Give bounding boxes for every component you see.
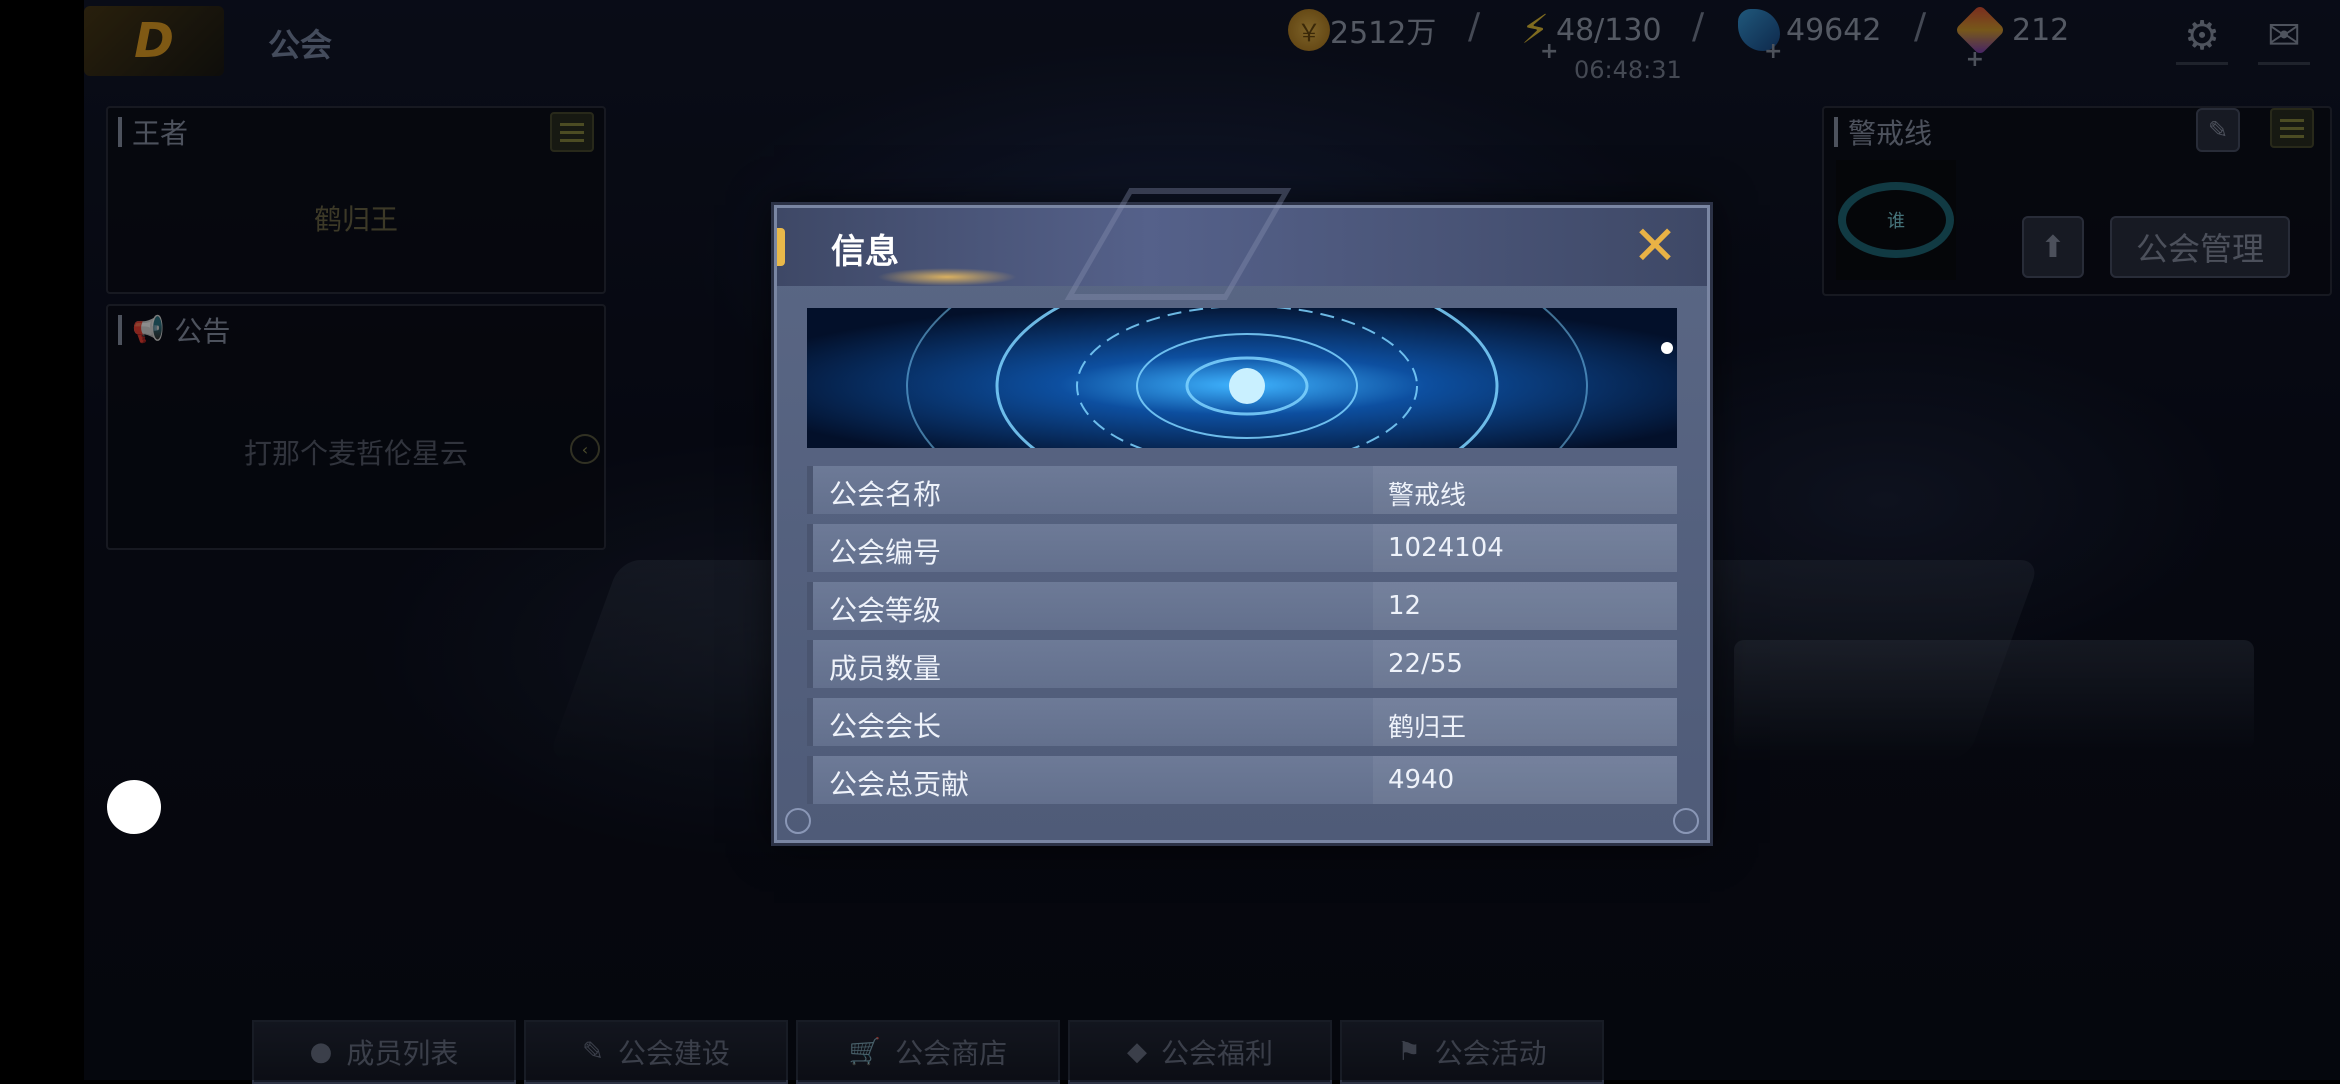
guild-info-list: 公会名称 警戒线 公会编号 1024104 公会等级 12 成员数量 22/55 公会会…	[807, 466, 1677, 814]
tab-guild-shop[interactable]: 🛒 公会商店	[796, 1020, 1060, 1084]
crystal-value: 49642	[1786, 12, 1882, 48]
header-accent	[777, 228, 785, 266]
announcement-title: 公告	[174, 315, 231, 348]
pencil-icon: ✎	[2207, 116, 2229, 144]
gem-resource[interactable]: + 212	[1954, 4, 2070, 72]
tab-label: 成员列表	[346, 1037, 459, 1070]
info-label: 公会等级	[829, 594, 942, 627]
game-logo[interactable]: D	[84, 6, 224, 76]
info-value: 鹤归王	[1388, 713, 1467, 743]
info-row-guild-name: 公会名称 警戒线	[807, 466, 1677, 514]
king-panel-title: 王者	[132, 117, 189, 150]
announcement-text: 打那个麦哲伦星云	[243, 437, 468, 470]
flag-icon: ⚑	[1397, 1037, 1421, 1067]
mail-icon: ✉	[2267, 13, 2301, 59]
mail-button[interactable]: ✉	[2258, 10, 2310, 65]
separator: /	[1692, 6, 1705, 47]
energy-plus-icon[interactable]: +	[1540, 39, 1558, 64]
member-icon: ●	[309, 1037, 333, 1067]
info-label: 公会会长	[829, 710, 942, 743]
gem-value: 212	[2012, 12, 2070, 48]
crystal-plus-icon[interactable]: +	[1764, 39, 1782, 64]
gem-plus-icon[interactable]: +	[1966, 47, 1984, 72]
info-row-guild-leader: 公会会长 鹤归王	[807, 698, 1677, 746]
tab-label: 公会商店	[895, 1037, 1008, 1070]
gift-icon: ◆	[1126, 1037, 1147, 1067]
info-value: 1024104	[1388, 533, 1504, 563]
tab-label: 公会福利	[1160, 1037, 1273, 1070]
guild-list-icon[interactable]	[2270, 108, 2314, 148]
crystal-icon: +	[1738, 9, 1782, 64]
corner-decoration	[785, 808, 811, 834]
list-icon[interactable]	[550, 112, 594, 152]
close-button[interactable]: ✕	[1631, 214, 1679, 277]
gear-icon: ⚙	[2184, 13, 2220, 59]
lightning-icon: ⚡ +	[1520, 7, 1559, 64]
announcement-header: 📢 公告	[118, 312, 230, 348]
gold-resource[interactable]: ￥ 2512万	[1288, 8, 1436, 52]
info-row-guild-level: 公会等级 12	[807, 582, 1677, 630]
energy-resource[interactable]: ⚡ + 48/130	[1514, 7, 1662, 64]
background-table-right	[1734, 640, 2254, 750]
close-icon: ✕	[1632, 214, 1678, 277]
energy-value: 48/130	[1556, 12, 1662, 48]
announcement-panel: 📢 公告 打那个麦哲伦星云 ‹	[106, 304, 606, 550]
edit-button[interactable]: ✎	[2196, 108, 2240, 152]
info-label: 成员数量	[829, 652, 942, 685]
header-decoration	[1064, 188, 1292, 300]
dialog-title: 信息	[831, 232, 899, 272]
info-label: 公会名称	[829, 478, 942, 511]
megaphone-icon: 📢	[132, 315, 165, 345]
king-panel-header: 王者	[118, 114, 188, 150]
separator: /	[1914, 6, 1927, 47]
info-label: 公会编号	[829, 536, 942, 569]
separator: /	[1468, 6, 1481, 47]
guild-emblem[interactable]: 谁	[1836, 160, 1956, 280]
crystal-resource[interactable]: + 49642	[1738, 8, 1882, 64]
tab-label: 公会建设	[617, 1037, 730, 1070]
logo-mark: D	[134, 13, 174, 69]
tab-guild-activity[interactable]: ⚑ 公会活动	[1340, 1020, 1604, 1084]
tab-guild-build[interactable]: ✎ 公会建设	[524, 1020, 788, 1084]
timer: 06:48:31	[1574, 56, 1682, 84]
floating-assistive-button[interactable]	[107, 780, 161, 834]
guild-manage-button[interactable]: 公会管理	[2110, 216, 2290, 278]
gem-icon: +	[1954, 4, 2006, 72]
king-panel: 王者 鹤归王	[106, 106, 606, 294]
upgrade-button[interactable]: ⬆	[2022, 216, 2084, 278]
collapse-icon[interactable]: ‹	[570, 434, 600, 464]
corner-decoration	[1673, 808, 1699, 834]
guild-manage-label: 公会管理	[2135, 230, 2264, 268]
info-value: 警戒线	[1388, 481, 1467, 511]
emblem-text: 谁	[1838, 182, 1954, 258]
guild-name: 警戒线	[1848, 117, 1933, 150]
king-name: 鹤归王	[313, 203, 398, 236]
guild-panel-header: 警戒线	[1834, 114, 1932, 150]
info-value: 22/55	[1388, 649, 1463, 679]
edit-icon: ✎	[582, 1037, 604, 1067]
dialog-header: 信息 ✕	[777, 188, 1707, 300]
gold-value: 2512万	[1330, 16, 1437, 51]
tab-guild-welfare[interactable]: ◆ 公会福利	[1068, 1020, 1332, 1084]
tab-label: 公会活动	[1434, 1037, 1547, 1070]
arrow-up-icon: ⬆	[2040, 229, 2066, 265]
cart-icon: 🛒	[848, 1037, 882, 1067]
tab-member-list[interactable]: ● 成员列表	[252, 1020, 516, 1084]
settings-button[interactable]: ⚙	[2176, 10, 2228, 65]
guild-banner-image	[807, 308, 1677, 448]
gold-coin-icon: ￥	[1288, 9, 1330, 51]
info-value: 12	[1388, 591, 1422, 621]
info-row-total-contribution: 公会总贡献 4940	[807, 756, 1677, 804]
page-title: 公会	[268, 26, 333, 64]
info-label: 公会总贡献	[829, 768, 970, 801]
info-row-member-count: 成员数量 22/55	[807, 640, 1677, 688]
info-dialog: 信息 ✕ 公会名称 警戒线 公会编号 1024104 公会等级 12 成员数量 …	[774, 188, 1710, 843]
info-value: 4940	[1388, 765, 1455, 795]
info-row-guild-id: 公会编号 1024104	[807, 524, 1677, 572]
